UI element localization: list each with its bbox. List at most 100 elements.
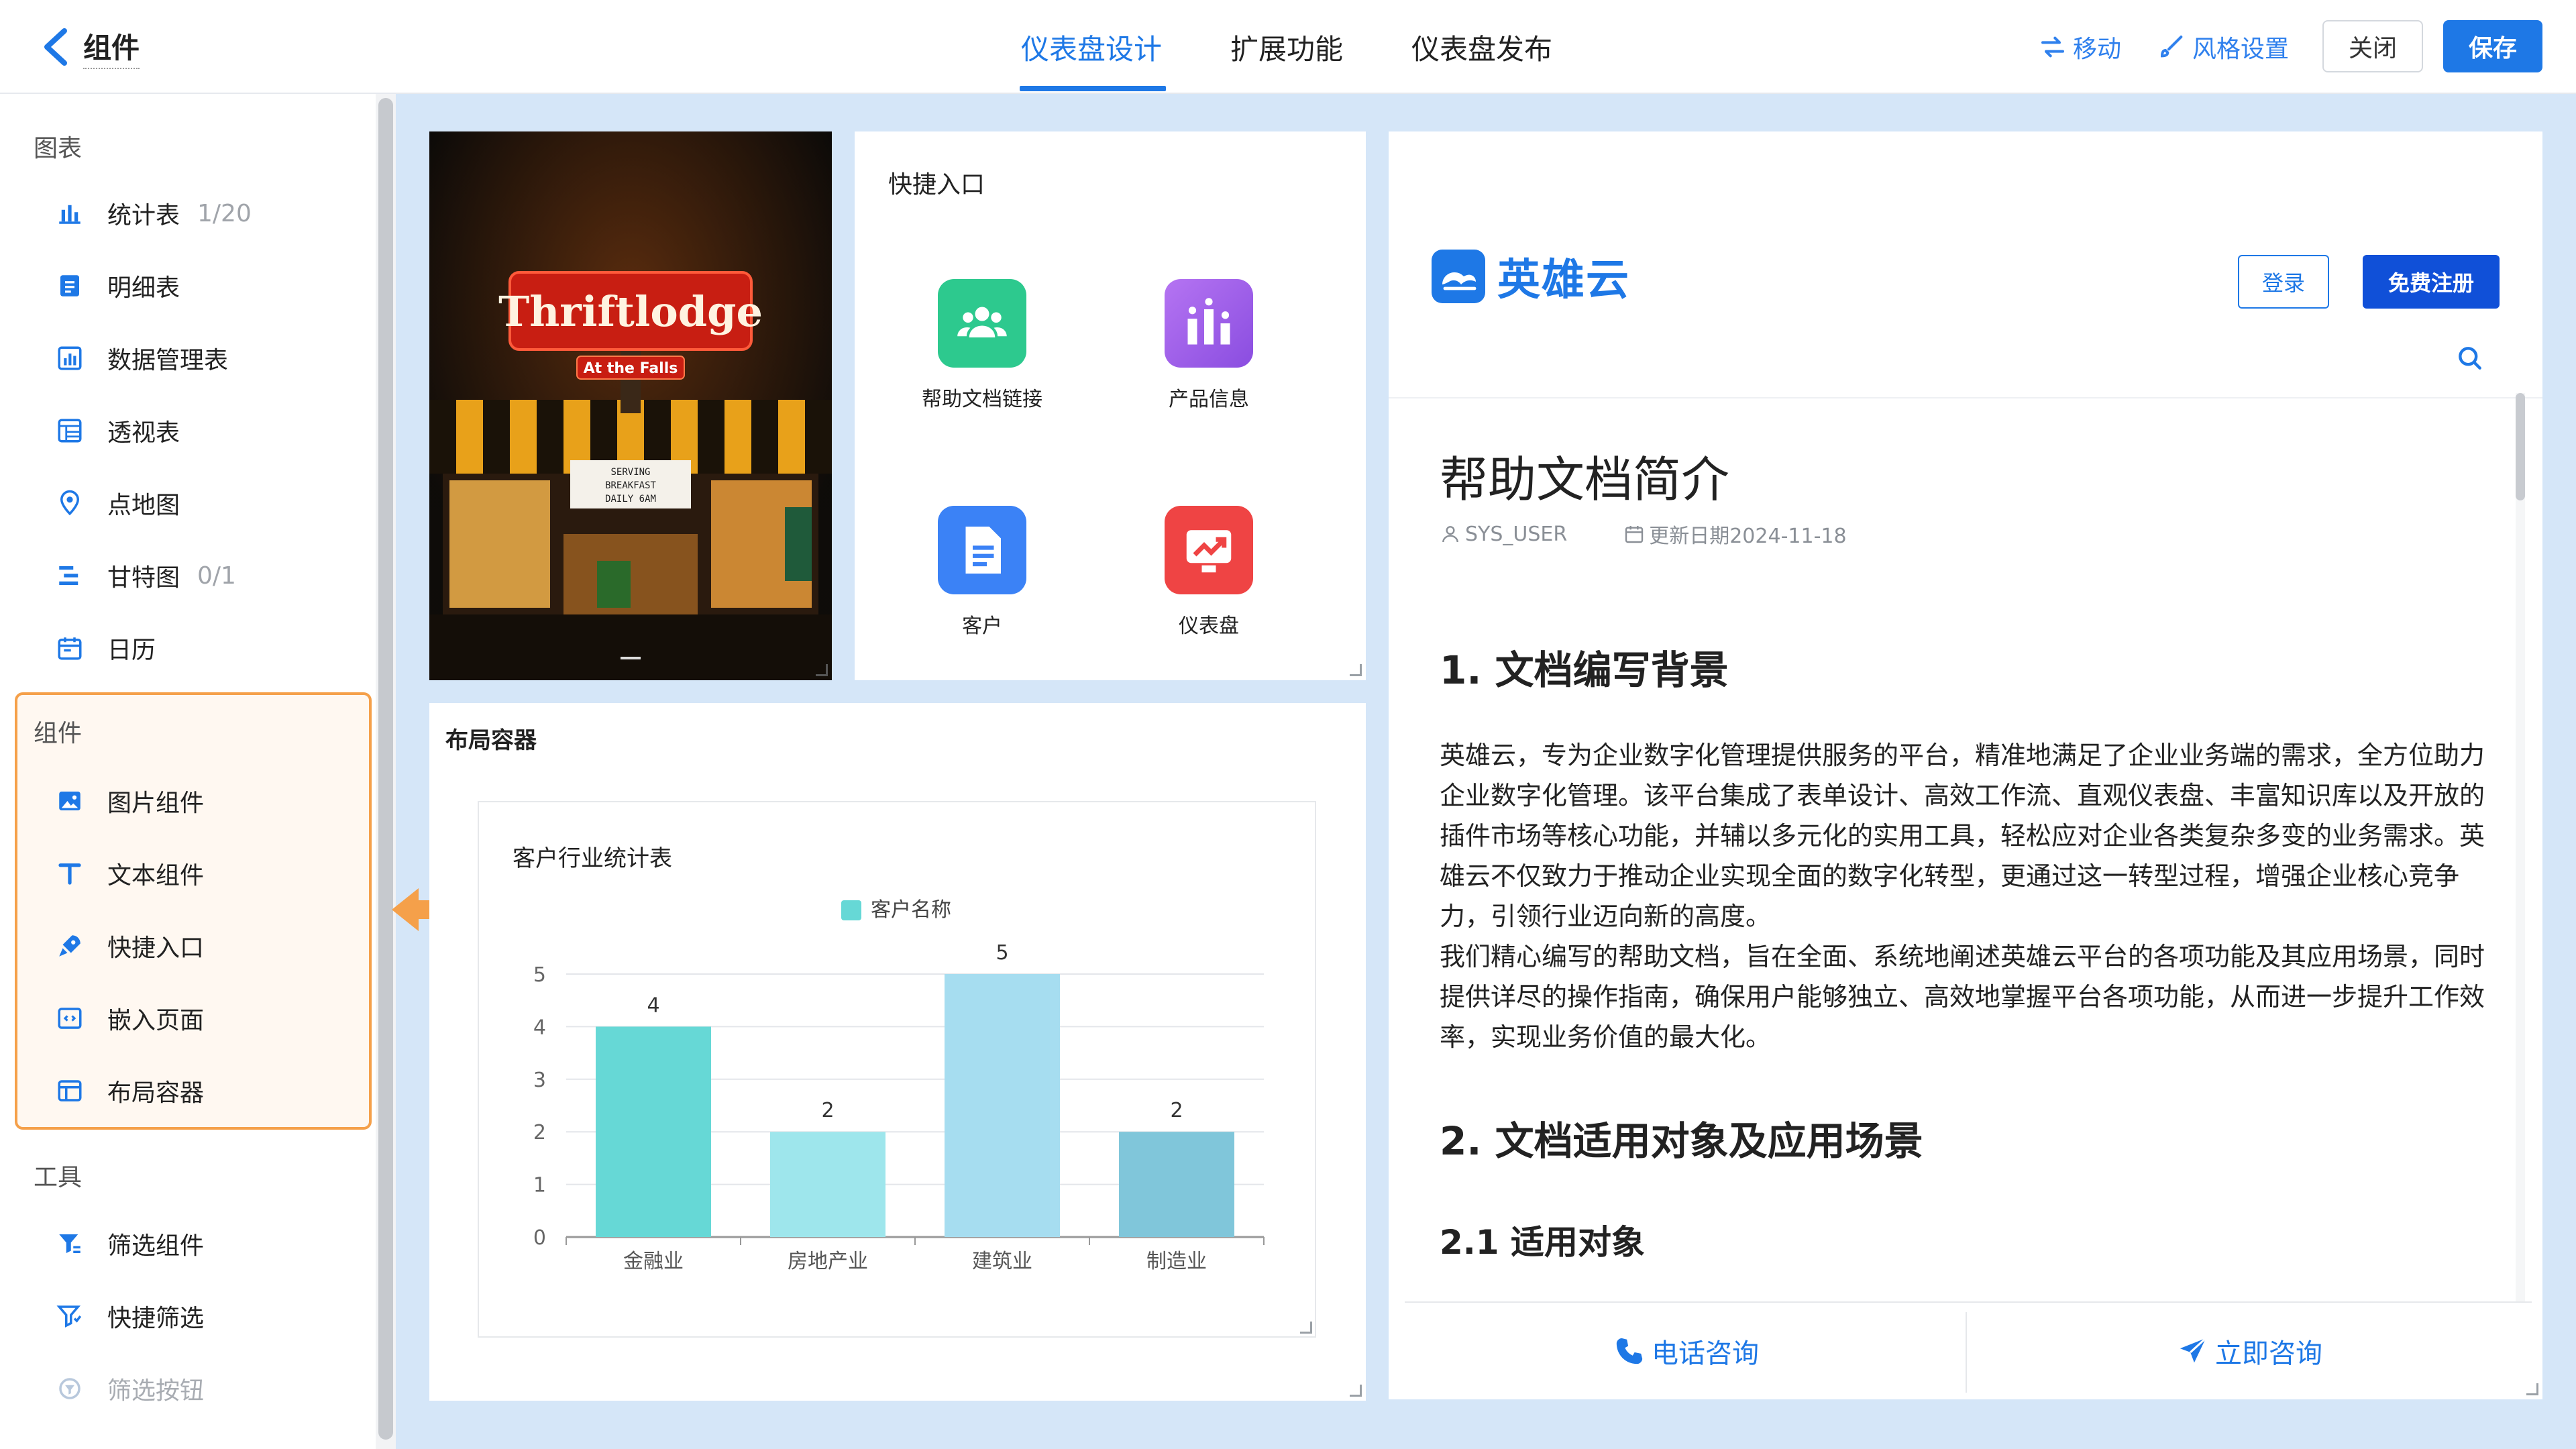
data-label: 2: [821, 1099, 834, 1122]
sidebar-item-quick-filter[interactable]: 快捷筛选: [54, 1289, 349, 1343]
sidebar-item-filter-component[interactable]: 筛选组件: [54, 1217, 349, 1271]
rocket-icon: [54, 930, 86, 962]
sidebar-item-data-table[interactable]: 数据管理表: [54, 331, 349, 385]
embedded-page-component: 英雄云 登录 免费注册 帮助文档简介 SYS_USER 更新日期2024-11-…: [1389, 131, 2542, 1399]
sidebar-item-image-component[interactable]: 图片组件: [54, 774, 349, 828]
sidebar-item-gantt[interactable]: 甘特图 0/1: [54, 549, 349, 602]
section-title-charts: 图表: [34, 135, 83, 162]
sidebar-item-embed-page[interactable]: 嵌入页面: [54, 991, 349, 1045]
marquee-line-1: SERVING: [610, 467, 650, 478]
consult-bar: 电话咨询 立即咨询: [1405, 1301, 2532, 1399]
sidebar-scrollbar-thumb[interactable]: [378, 98, 393, 1440]
filter-icon: [54, 1228, 86, 1260]
section-title-components: 组件: [34, 720, 83, 747]
tab-dashboard-design[interactable]: 仪表盘设计: [1021, 0, 1162, 94]
bar-chart-svg: 0 1 2 3 4 5 客户名称 4 金融业 2 房地产业 5 建筑业 2 制造业: [533, 898, 1265, 1273]
layout-icon: [54, 1075, 86, 1107]
y-tick-label: 4: [533, 1016, 546, 1039]
login-button[interactable]: 登录: [2238, 255, 2329, 309]
quick-entry-resize-handle[interactable]: [1350, 664, 1362, 676]
embed-icon: [54, 1002, 86, 1034]
image-resize-handle[interactable]: [816, 664, 828, 676]
save-button[interactable]: 保存: [2443, 20, 2542, 72]
document-icon: [938, 506, 1026, 594]
header-divider: [1389, 397, 2542, 398]
quick-entry-customer[interactable]: 客户: [902, 506, 1063, 667]
active-tab-indicator: [1020, 86, 1166, 91]
sidebar-item-pivot-table[interactable]: 透视表: [54, 404, 349, 458]
tab-dashboard-publish[interactable]: 仪表盘发布: [1411, 0, 1552, 94]
close-button[interactable]: 关闭: [2322, 20, 2423, 72]
user-icon: [1442, 526, 1458, 543]
motel-sign-text: Thriftlodge: [498, 287, 763, 336]
quick-entry-product-info[interactable]: 产品信息: [1128, 279, 1289, 440]
y-tick-label: 0: [533, 1226, 546, 1250]
bar-chart-icon: [54, 197, 86, 229]
chart-resize-handle[interactable]: [1300, 1322, 1312, 1334]
y-tick-label: 2: [533, 1121, 546, 1144]
style-settings-button[interactable]: 风格设置: [2159, 27, 2289, 67]
search-icon[interactable]: [2455, 343, 2485, 373]
brand-logo[interactable]: 英雄云: [1432, 250, 1630, 305]
phone-icon: [1616, 1338, 1643, 1364]
back-label: 组件: [83, 25, 140, 69]
quick-entry-dashboard[interactable]: 仪表盘: [1128, 506, 1289, 667]
bar: [596, 1026, 711, 1237]
phone-consult-button[interactable]: 电话咨询: [1405, 1303, 1968, 1399]
doc-meta: SYS_USER 更新日期2024-11-18: [1440, 519, 1847, 549]
embedded-page-resize-handle[interactable]: [2526, 1383, 2538, 1395]
x-tick-label: 建筑业: [972, 1250, 1032, 1273]
y-tick-label: 1: [533, 1174, 546, 1197]
sidebar-item-calendar[interactable]: 日历: [54, 621, 349, 675]
legend-swatch: [841, 900, 861, 920]
x-tick-label: 金融业: [623, 1250, 684, 1273]
cloud-logo-icon: [1432, 250, 1485, 303]
sidebar-item-text-component[interactable]: 文本组件: [54, 847, 349, 900]
text-icon: [54, 857, 86, 890]
register-button[interactable]: 免费注册: [2363, 255, 2500, 309]
marquee-line-3: DAILY 6AM: [605, 494, 656, 504]
consult-divider: [1966, 1312, 1967, 1393]
calendar-icon: [54, 632, 86, 664]
section-heading-1: 1. 文档编写背景: [1440, 647, 1729, 693]
move-button[interactable]: 移动: [2039, 27, 2121, 67]
tab-extensions[interactable]: 扩展功能: [1230, 0, 1343, 94]
motel-sub-sign: At the Falls: [584, 360, 678, 377]
paragraph-2: 我们精心编写的帮助文档，旨在全面、系统地阐述英雄云平台的各项功能及其应用场景，同…: [1440, 942, 2485, 1052]
sidebar-item-quick-entry[interactable]: 快捷入口: [54, 919, 349, 973]
map-pin-icon: [54, 487, 86, 519]
paragraph-1: 英雄云，专为企业数字化管理提供服务的平台，精准地满足了企业业务端的需求，全方位助…: [1440, 741, 2485, 931]
brush-icon: [2160, 36, 2183, 58]
doc-scrollbar-thumb[interactable]: [2516, 393, 2525, 500]
legend-label: 客户名称: [871, 898, 951, 922]
customer-industry-chart[interactable]: 客户行业统计表 0 1 2 3 4 5 客户名称 4 金融业 2 房地产业 5 建筑业 2 制造业: [478, 801, 1316, 1338]
back-button[interactable]: 组件: [40, 20, 241, 74]
trend-chart-icon: [1165, 506, 1253, 594]
x-tick-label: 房地产业: [788, 1250, 868, 1273]
doc-scrollbar-track[interactable]: [2516, 393, 2525, 1399]
bar: [945, 974, 1060, 1237]
y-tick-label: 5: [533, 963, 546, 987]
calendar-small-icon: [1625, 526, 1644, 543]
doc-updated: 更新日期2024-11-18: [1649, 525, 1847, 548]
sidebar-item-point-map[interactable]: 点地图: [54, 476, 349, 530]
data-label: 2: [1170, 1099, 1183, 1122]
bar: [770, 1132, 885, 1237]
sidebar-item-detail-table[interactable]: 明细表: [54, 259, 349, 313]
sidebar-item-filter-button[interactable]: 筛选按钮: [54, 1362, 349, 1415]
y-tick-label: 3: [533, 1069, 546, 1092]
instant-consult-button[interactable]: 立即咨询: [1968, 1303, 2532, 1399]
chevron-left-icon: [44, 28, 67, 66]
quick-entry-help-docs[interactable]: 帮助文档链接: [902, 279, 1063, 440]
gantt-icon: [54, 559, 86, 592]
image-component[interactable]: Thriftlodge At the Falls SERVING BREAKFA…: [429, 131, 832, 680]
data-label: 4: [647, 994, 659, 1017]
sidebar-item-stat-table[interactable]: 统计表 1/20: [54, 186, 349, 240]
data-label: 5: [996, 941, 1008, 965]
layout-container-resize-handle[interactable]: [1350, 1385, 1362, 1397]
layout-container-component: 布局容器 客户行业统计表 0 1 2 3 4 5 客户名称 4 金融业 2 房地产业 5 建筑业 2 制造业: [429, 703, 1366, 1401]
quick-entry-component: 快捷入口 帮助文档链接 产品信息 客户 仪表盘: [855, 131, 1366, 680]
subsection-heading-2-1: 2.1 适用对象: [1440, 1223, 1645, 1262]
motel-night-photo: Thriftlodge At the Falls SERVING BREAKFA…: [429, 131, 832, 680]
sidebar-item-layout-container[interactable]: 布局容器: [54, 1064, 349, 1118]
